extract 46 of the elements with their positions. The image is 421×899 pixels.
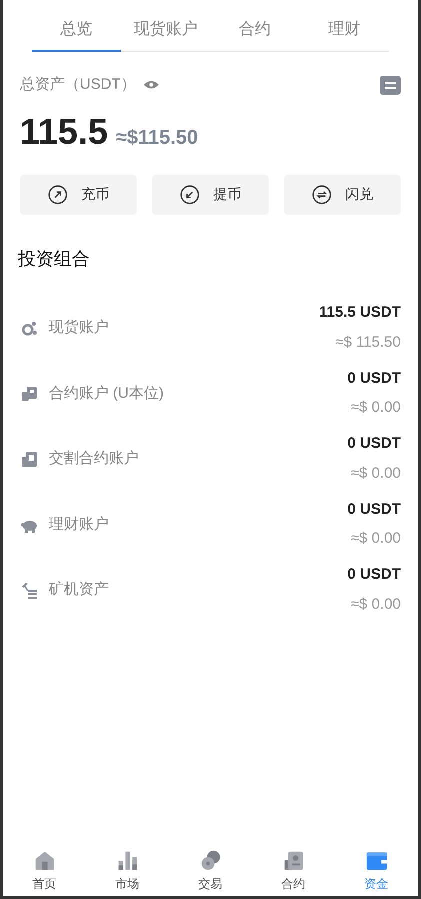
eye-icon[interactable]	[144, 80, 159, 90]
account-amount: 115.5 USDT	[319, 303, 401, 324]
bar-chart-icon	[116, 850, 138, 872]
account-usd-value: ≈$ 0.00	[351, 464, 401, 484]
action-button[interactable]: 闪兑	[284, 174, 401, 214]
menu-icon[interactable]	[380, 76, 401, 95]
account-usd-value: ≈$ 0.00	[351, 398, 401, 418]
total-assets-label: 总资产（USDT）	[20, 75, 136, 95]
nav-tab[interactable]: 市场	[86, 850, 169, 892]
house-icon	[34, 850, 56, 872]
action-button[interactable]: 充币	[20, 174, 137, 214]
action-button[interactable]: 提币	[152, 174, 269, 214]
swap-icon	[312, 184, 332, 204]
account-amount: 0 USDT	[348, 500, 401, 520]
account-usd-value: ≈$ 0.00	[351, 529, 401, 550]
section-title: 投资组合	[17, 248, 91, 270]
coins-icon	[200, 850, 222, 872]
account-row[interactable]: 交割合约账户 0 USDT ≈$ 0.00	[20, 426, 401, 492]
account-amount: 0 USDT	[348, 565, 401, 586]
safe-icon	[282, 850, 304, 872]
account-usd-value: ≈$ 0.00	[351, 594, 401, 615]
pickaxe-icon	[20, 580, 39, 600]
tab[interactable]: 总览	[32, 10, 122, 52]
account-usd-value: ≈$ 115.50	[335, 332, 401, 353]
card-stack-icon	[20, 384, 39, 404]
account-name: 现货账户	[49, 318, 109, 338]
tab[interactable]: 理财	[300, 10, 389, 52]
account-name: 合约账户 (U本位)	[49, 384, 164, 404]
account-name: 理财账户	[49, 514, 109, 534]
account-amount: 0 USDT	[348, 434, 401, 454]
account-row[interactable]: 现货账户 115.5 USDT ≈$ 115.50	[20, 296, 401, 361]
account-name: 矿机资产	[49, 580, 109, 600]
account-row[interactable]: 合约账户 (U本位) 0 USDT ≈$ 0.00	[20, 361, 401, 426]
total-usd-value: ≈$115.50	[116, 126, 198, 150]
nav-tab[interactable]: 首页	[3, 850, 86, 892]
account-name: 交割合约账户	[49, 449, 139, 469]
total-amount: 115.5	[20, 110, 108, 154]
document-icon	[20, 450, 39, 469]
tab[interactable]: 现货账户	[121, 10, 210, 52]
account-amount: 0 USDT	[348, 368, 401, 389]
nav-tab[interactable]: 资金	[335, 850, 418, 892]
account-row[interactable]: 矿机资产 0 USDT ≈$ 0.00	[20, 558, 401, 623]
nav-tab[interactable]: 合约	[252, 850, 335, 892]
nav-tab[interactable]: 交易	[169, 850, 252, 892]
account-row[interactable]: 理财账户 0 USDT ≈$ 0.00	[20, 492, 401, 558]
tab[interactable]: 合约	[210, 10, 300, 52]
